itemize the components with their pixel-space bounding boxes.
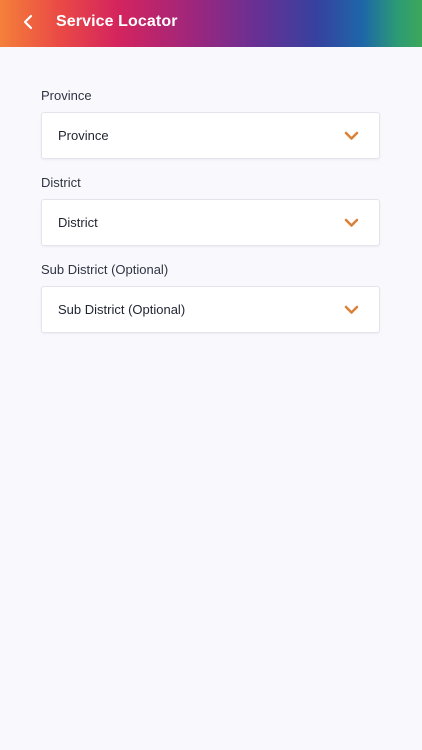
district-field: District District (41, 175, 380, 246)
province-select[interactable]: Province (41, 112, 380, 159)
service-locator-screen: Service Locator Province Province Distri… (0, 0, 422, 750)
chevron-left-icon (23, 14, 33, 30)
back-button[interactable] (14, 8, 42, 36)
chevron-down-icon (344, 218, 359, 227)
sub-district-field: Sub District (Optional) Sub District (Op… (41, 262, 380, 333)
locator-form: Province Province District District Sub … (41, 88, 380, 349)
district-select-value: District (58, 215, 98, 230)
province-label: Province (41, 88, 92, 103)
district-select[interactable]: District (41, 199, 380, 246)
sub-district-select[interactable]: Sub District (Optional) (41, 286, 380, 333)
province-field: Province Province (41, 88, 380, 159)
chevron-down-icon (344, 305, 359, 314)
app-header: Service Locator (0, 0, 422, 47)
district-label: District (41, 175, 81, 190)
sub-district-select-value: Sub District (Optional) (58, 302, 186, 317)
chevron-down-icon (344, 131, 359, 140)
page-title: Service Locator (56, 13, 178, 30)
province-select-value: Province (58, 128, 109, 143)
sub-district-label: Sub District (Optional) (41, 262, 169, 277)
